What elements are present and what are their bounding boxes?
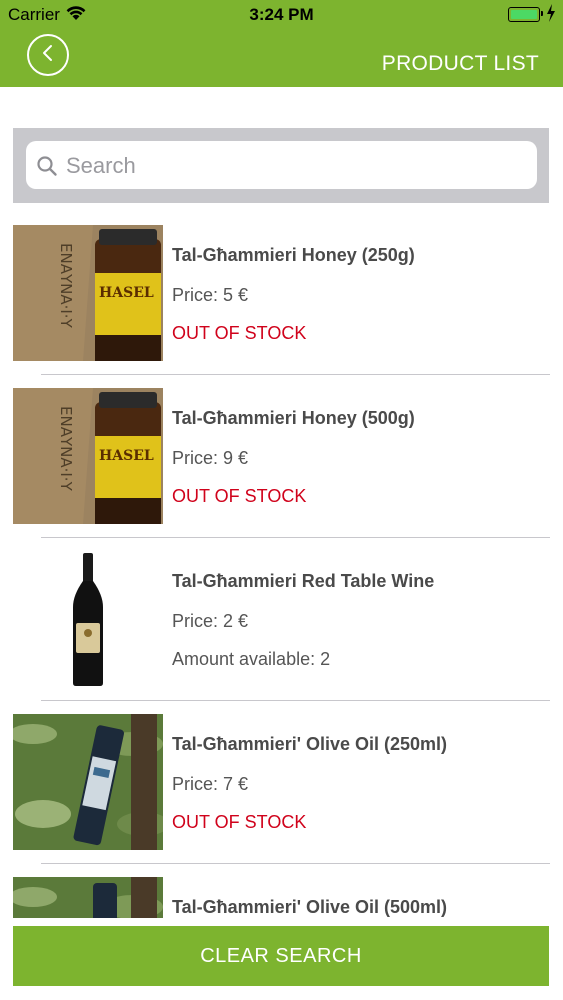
product-item[interactable]: Tal-Għammieri Red Table Wine Price: 2 € …	[0, 538, 563, 701]
product-name: Tal-Għammieri Honey (250g)	[172, 245, 415, 265]
search-bar	[13, 128, 549, 203]
product-name: Tal-Għammieri' Olive Oil (500ml)	[172, 897, 448, 917]
svg-text:HASEL: HASEL	[99, 448, 154, 464]
product-item[interactable]: ΕΝΑΥΝΑ·Ι·Υ HASEL Tal-Għammieri Honey (50…	[0, 375, 563, 538]
search-icon	[36, 155, 58, 182]
search-field[interactable]	[26, 141, 537, 191]
search-input[interactable]	[64, 141, 528, 191]
product-name: Tal-Għammieri Red Table Wine	[172, 571, 435, 591]
product-image-olive-oil	[13, 714, 163, 850]
product-price: Price: 5 €	[172, 285, 249, 305]
stock-status: OUT OF STOCK	[172, 486, 307, 506]
charging-bolt-icon	[546, 4, 556, 27]
product-price: Price: 2 €	[172, 611, 249, 631]
product-image-honey: ΕΝΑΥΝΑ·Ι·Υ HASEL	[13, 388, 163, 524]
battery-tip	[541, 11, 543, 16]
product-name: Tal-Għammieri' Olive Oil (250ml)	[172, 734, 448, 754]
svg-text:ΕΝΑΥΝΑ·Ι·Υ: ΕΝΑΥΝΑ·Ι·Υ	[57, 243, 75, 329]
svg-text:HASEL: HASEL	[99, 285, 154, 301]
product-item[interactable]: Tal-Għammieri' Olive Oil (500ml)	[0, 864, 563, 918]
svg-text:ΕΝΑΥΝΑ·Ι·Υ: ΕΝΑΥΝΑ·Ι·Υ	[57, 406, 75, 492]
product-item[interactable]: Tal-Għammieri' Olive Oil (250ml) Price: …	[0, 701, 563, 864]
product-image-wine	[13, 551, 163, 687]
status-time: 3:24 PM	[249, 5, 314, 24]
stock-status: OUT OF STOCK	[172, 812, 307, 832]
page-title: PRODUCT LIST	[381, 52, 539, 75]
product-price: Price: 7 €	[172, 774, 249, 794]
nav-bar: PRODUCT LIST	[0, 30, 563, 87]
battery-icon	[508, 7, 540, 22]
product-name: Tal-Għammieri Honey (500g)	[172, 408, 415, 428]
product-price: Price: 9 €	[172, 448, 249, 468]
chevron-left-icon	[41, 43, 55, 68]
stock-status: Amount available: 2	[172, 649, 331, 669]
stock-status: OUT OF STOCK	[172, 323, 307, 343]
product-list[interactable]: ΕΝΑΥΝΑ·Ι·Υ HASEL Tal-Għammieri Honey (25…	[0, 212, 563, 918]
product-item[interactable]: ΕΝΑΥΝΑ·Ι·Υ HASEL Tal-Għammieri Honey (25…	[0, 212, 563, 375]
product-image-honey: ΕΝΑΥΝΑ·Ι·Υ HASEL	[13, 225, 163, 361]
product-image-olive-oil	[13, 877, 163, 918]
clear-search-button[interactable]: CLEAR SEARCH	[13, 926, 549, 986]
status-bar: Carrier 3:24 PM	[0, 0, 563, 30]
back-button[interactable]	[27, 34, 69, 76]
